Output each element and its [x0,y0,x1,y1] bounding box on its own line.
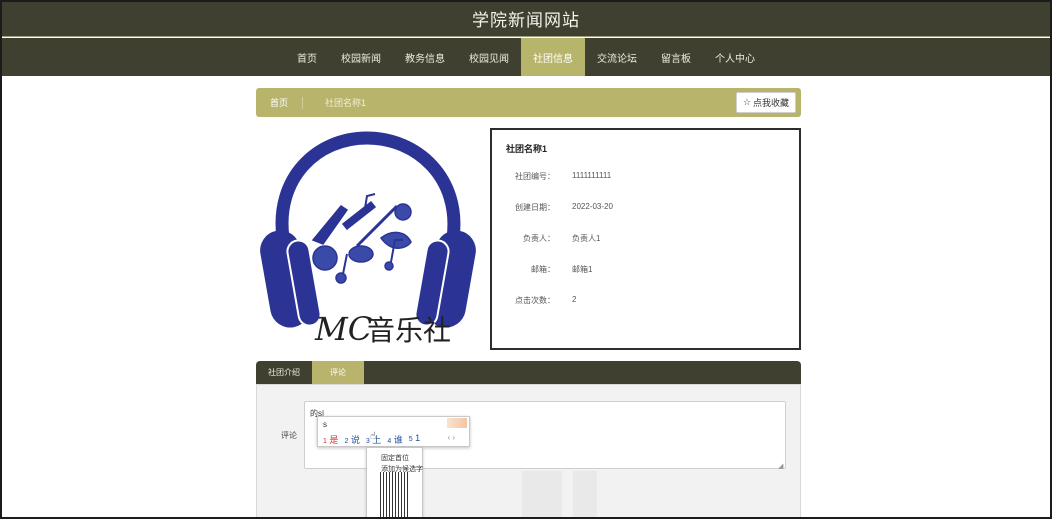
hand-cursor-icon: ☝ [370,431,377,442]
nav-item-campus-news[interactable]: 校园新闻 [329,38,393,76]
info-label: 点击次数： [515,296,555,305]
info-label: 负责人： [523,234,555,243]
ime-candidate-text: 说 [350,435,360,445]
info-label: 创建日期： [515,203,555,212]
nav-item-forum[interactable]: 交流论坛 [585,38,649,76]
club-info-panel: 社团名称1 社团编号： 1111111111 创建日期： 2022-03-20 … [490,128,801,350]
favorite-button[interactable]: ☆ 点我收藏 [735,92,796,113]
club-logo: MC 音乐社 [257,128,480,350]
detail-tabs: 社团介绍 评论 [256,361,801,384]
club-name-heading: 社团名称1 [506,144,548,154]
ime-candidate[interactable]: 5 1 [409,433,420,446]
site-title: 学院新闻网站 [472,10,580,30]
ime-candidate-window: s 1 是 2 说 3 上 4 谁 5 1 ‹ › [317,416,470,447]
logo-text-mc: MC [314,310,372,348]
info-value: 2022-03-20 [572,202,613,211]
logo-text-name: 音乐社 [367,314,451,347]
ime-candidate-text: 谁 [393,435,403,445]
site-header: 学院新闻网站 [0,0,1052,37]
placeholder-block [522,471,562,519]
ime-context-menu: 固定首位 添加为候选字 [366,447,423,519]
info-value: 1111111111 [572,171,612,180]
info-label: 社团编号： [515,172,555,181]
favorite-button-label: 点我收藏 [752,98,789,108]
breadcrumb-home-link[interactable]: 首页 [270,96,288,109]
ime-candidate[interactable]: 1 是 [323,433,338,446]
ime-candidate[interactable]: 4 谁 [387,433,402,446]
breadcrumb: 首页 社团名称1 ☆ 点我收藏 [256,88,801,117]
comment-label: 评论 [281,431,297,440]
info-value: 负责人1 [572,234,601,243]
info-label: 邮箱： [531,265,555,274]
info-value: 2 [572,295,577,304]
breadcrumb-separator [302,96,304,109]
ime-candidate-text: 是 [329,435,339,445]
headphones-music-logo: MC 音乐社 [260,131,476,348]
nav-item-message-board[interactable]: 留言板 [649,38,703,76]
nav-item-home[interactable]: 首页 [285,38,329,76]
ime-candidate-number: 5 [408,436,413,443]
breadcrumb-current: 社团名称1 [325,98,367,108]
tab-club-intro[interactable]: 社团介绍 [256,361,312,384]
ime-candidate-number: 4 [387,438,392,445]
star-outline-icon: ☆ [742,97,751,107]
ime-skin-icon [447,418,467,428]
ime-candidate-number: 2 [344,438,349,445]
nav-item-user-center[interactable]: 个人中心 [703,38,767,76]
placeholder-block [573,471,597,519]
tab-comments[interactable]: 评论 [312,361,364,384]
nav-item-campus-stories[interactable]: 校园见闻 [457,38,521,76]
resize-handle-icon[interactable]: ◢ [778,462,783,470]
ctx-item-pin-first[interactable]: 固定首位 [381,453,409,463]
comment-panel: 评论 的s| ◢ [256,384,801,519]
info-value: 邮箱1 [572,265,593,274]
ime-candidate[interactable]: 2 说 [344,433,359,446]
nav-item-club-info[interactable]: 社团信息 [521,38,585,76]
ime-candidate-text: 1 [415,433,421,443]
nav-item-academic-info[interactable]: 教务信息 [393,38,457,76]
ime-candidate-number: 1 [323,438,327,445]
main-nav: 首页 校园新闻 教务信息 校园见闻 社团信息 交流论坛 留言板 个人中心 [0,38,1052,76]
ime-page-nav-icon[interactable]: ‹ › [447,433,455,442]
menu-render-artifact [380,472,410,519]
ime-input-text: s [323,420,327,429]
